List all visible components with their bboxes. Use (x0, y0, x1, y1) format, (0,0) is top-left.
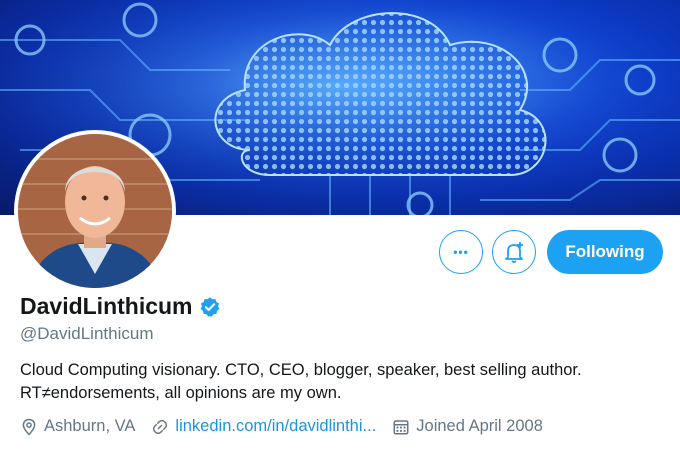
verified-badge-icon (200, 296, 219, 317)
website-link[interactable]: linkedin.com/in/davidlinthi... (175, 417, 376, 436)
display-name: DavidLinthicum (20, 293, 193, 319)
bio-line: RT≠endorsements, all opinions are my own… (20, 384, 342, 402)
display-name-row: DavidLinthicum (20, 293, 221, 320)
location-pin-icon (22, 418, 36, 436)
website-item[interactable]: linkedin.com/in/davidlinthi... (151, 417, 376, 436)
location-text: Ashburn, VA (44, 417, 136, 435)
bio-line: Cloud Computing visionary. CTO, CEO, blo… (20, 361, 582, 379)
joined-text: Joined April 2008 (416, 417, 543, 435)
user-handle: @DavidLinthicum (20, 324, 154, 343)
more-options-button[interactable]: ••• (439, 230, 483, 274)
location-item: Ashburn, VA (20, 417, 135, 436)
avatar-photo (18, 134, 172, 288)
profile-bio: Cloud Computing visionary. CTO, CEO, blo… (20, 359, 640, 405)
notifications-button[interactable] (492, 230, 536, 274)
joined-item: Joined April 2008 (392, 417, 543, 436)
link-icon (153, 419, 168, 434)
profile-avatar[interactable] (14, 130, 176, 292)
following-button[interactable]: Following (547, 230, 663, 274)
calendar-icon (393, 419, 409, 434)
bell-plus-icon (505, 242, 523, 263)
profile-meta: Ashburn, VA linkedin.com/in/davidlinthi.… (20, 417, 559, 436)
more-icon: ••• (453, 245, 469, 259)
